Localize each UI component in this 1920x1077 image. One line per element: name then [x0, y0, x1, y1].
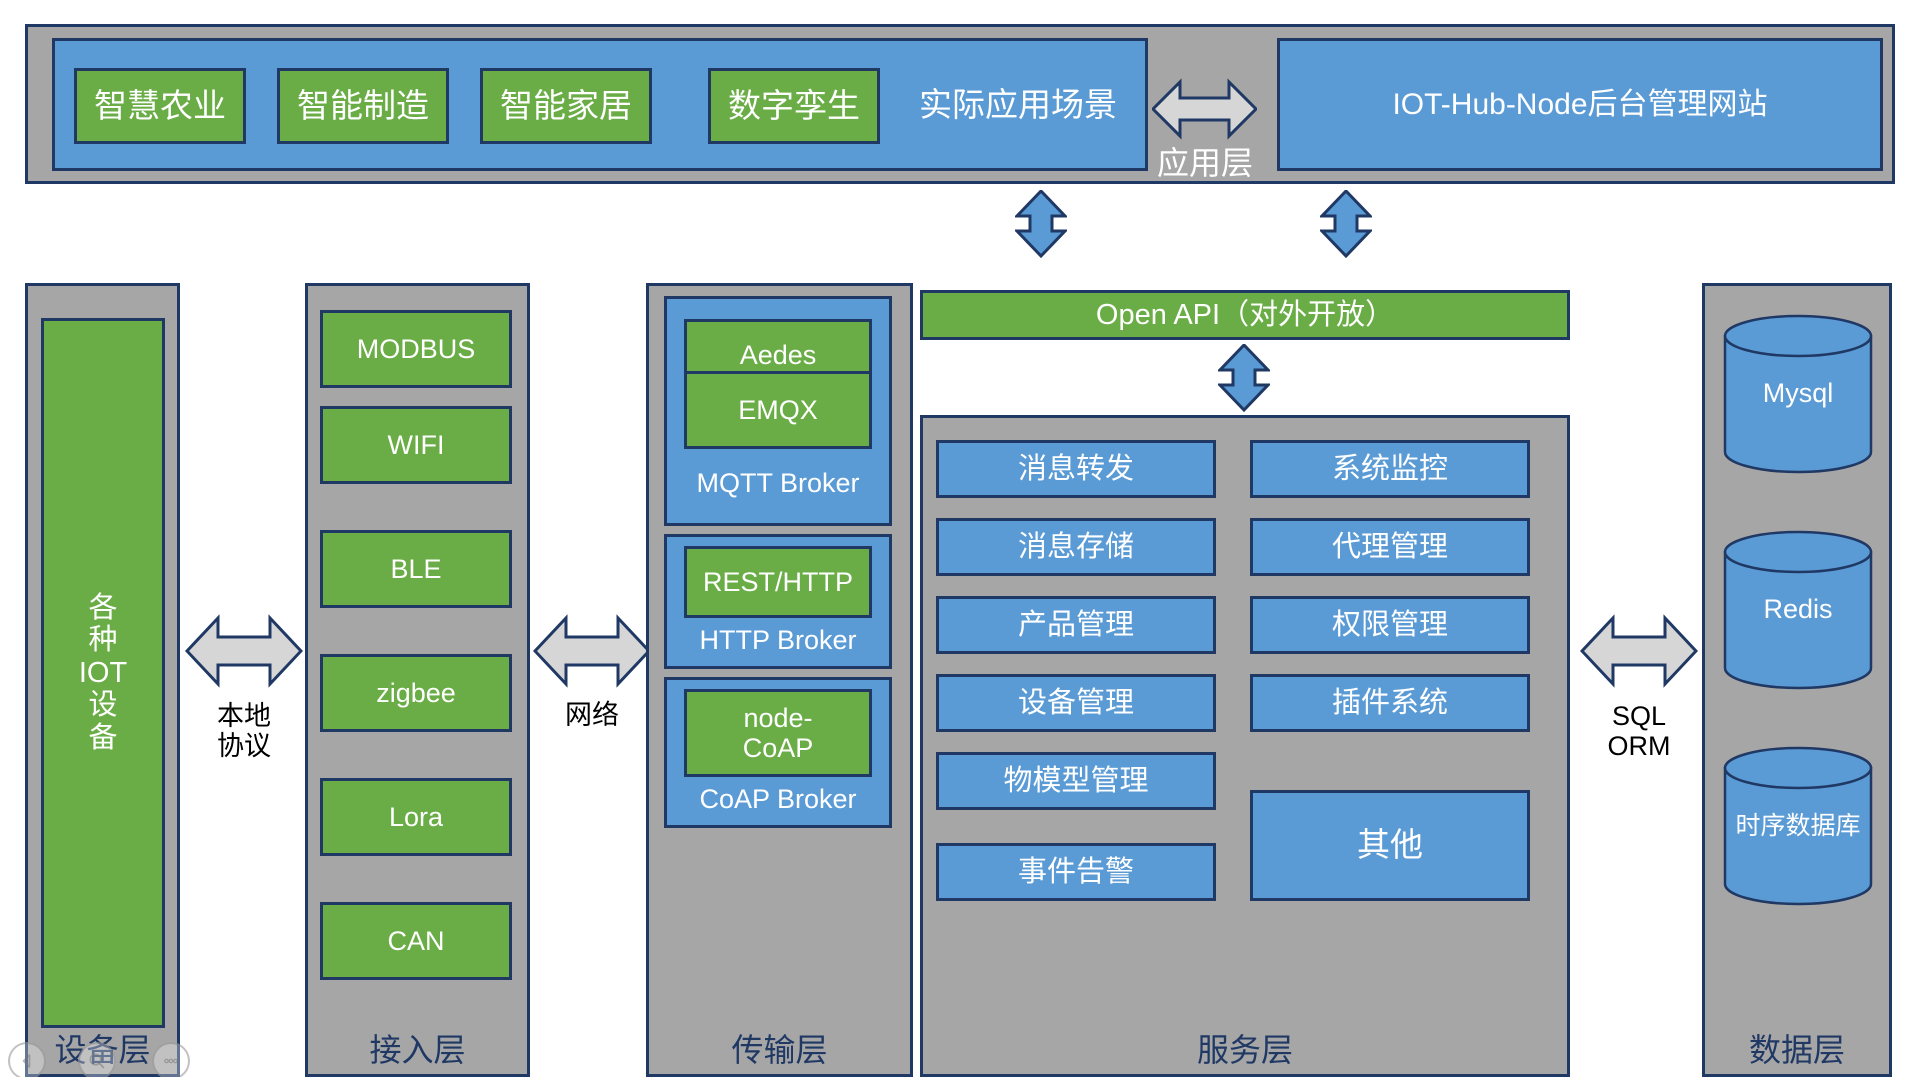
transport-layer-caption: 传输层 [731, 1031, 828, 1068]
connector-app-to-openapi-left-icon [1015, 190, 1067, 258]
open-api-bar[interactable]: Open API（对外开放） [920, 290, 1570, 340]
service-left-2[interactable]: 产品管理 [936, 596, 1216, 654]
scene-chip-2[interactable]: 智能家居 [480, 68, 652, 144]
database-label-2: 时序数据库 [1735, 811, 1861, 840]
connector-openapi-to-service-icon [1218, 344, 1270, 412]
database-label-0: Mysql [1762, 378, 1834, 409]
ellipsis-icon [164, 1058, 178, 1064]
service-left-4[interactable]: 物模型管理 [936, 752, 1216, 810]
device-layer-box[interactable]: 各 种 IOT 设 备 [41, 318, 165, 1028]
architecture-diagram: 智慧农业 智能制造 智能家居 数字孪生 实际应用场景 应用层 IOT-Hub-N… [0, 0, 1920, 1077]
connector-app-to-openapi-right-icon [1320, 190, 1372, 258]
application-layer-caption: 应用层 [1156, 144, 1253, 181]
connector-device-to-access-label: 本地 协议 [185, 693, 303, 769]
conn-line-2: 协议 [217, 731, 271, 761]
application-scenes-title: 实际应用场景 [919, 86, 1117, 124]
device-box-line-2: IOT [78, 656, 128, 689]
transport-broker-0-caption: MQTT Broker [696, 468, 860, 499]
access-layer-caption: 接入层 [369, 1031, 466, 1068]
service-left-5[interactable]: 事件告警 [936, 843, 1216, 901]
back-button[interactable] [8, 1042, 46, 1077]
service-left-3[interactable]: 设备管理 [936, 674, 1216, 732]
scene-chip-3[interactable]: 数字孪生 [708, 68, 880, 144]
access-protocol-0[interactable]: MODBUS [320, 310, 512, 388]
transport-broker-2-caption: CoAP Broker [699, 784, 857, 815]
service-left-0[interactable]: 消息转发 [936, 440, 1216, 498]
service-right-0[interactable]: 系统监控 [1250, 440, 1530, 498]
service-right-1[interactable]: 代理管理 [1250, 518, 1530, 576]
device-box-line-4: 备 [88, 721, 118, 754]
access-protocol-5[interactable]: CAN [320, 902, 512, 980]
connector-service-to-data-icon [1580, 613, 1698, 689]
data-layer-caption: 数据层 [1748, 1031, 1845, 1068]
service-right-4[interactable]: 其他 [1250, 790, 1530, 901]
more-button[interactable] [152, 1042, 190, 1077]
connector-access-to-transport-label: 网络 [565, 700, 619, 731]
transport-impl-2-0[interactable]: node- CoAP [684, 689, 872, 777]
conn-sql-line-1: SQL [1611, 700, 1667, 731]
device-box-line-1: 种 [88, 624, 118, 657]
service-right-2[interactable]: 权限管理 [1250, 596, 1530, 654]
connector-service-to-data-label: SQL ORM [1580, 693, 1698, 769]
access-protocol-3[interactable]: zigbee [320, 654, 512, 732]
access-protocol-1[interactable]: WIFI [320, 406, 512, 484]
search-button[interactable] [78, 1042, 116, 1077]
connector-access-to-transport-icon [533, 613, 651, 689]
management-website-label: IOT-Hub-Node后台管理网站 [1392, 87, 1768, 121]
conn-sql-line-2: ORM [1607, 731, 1671, 761]
chevron-left-icon [22, 1054, 31, 1068]
scene-chip-0[interactable]: 智慧农业 [74, 68, 246, 144]
search-icon [89, 1053, 105, 1069]
service-layer-panel [920, 415, 1570, 1077]
transport-broker-1-caption: HTTP Broker [699, 625, 857, 656]
device-box-line-0: 各 [88, 591, 118, 624]
service-layer-caption: 服务层 [1196, 1031, 1293, 1068]
service-right-3[interactable]: 插件系统 [1250, 674, 1530, 732]
database-label-1: Redis [1763, 594, 1833, 625]
service-left-1[interactable]: 消息存储 [936, 518, 1216, 576]
device-box-line-3: 设 [88, 689, 118, 722]
conn-line-1: 本地 [217, 700, 271, 731]
access-protocol-2[interactable]: BLE [320, 530, 512, 608]
connector-scenes-to-website-icon [1152, 78, 1257, 140]
scene-chip-1[interactable]: 智能制造 [277, 68, 449, 144]
access-protocol-4[interactable]: Lora [320, 778, 512, 856]
transport-impl-0-1[interactable]: EMQX [684, 371, 872, 449]
connector-device-to-access-icon [185, 613, 303, 689]
transport-impl-1-0[interactable]: REST/HTTP [684, 546, 872, 618]
